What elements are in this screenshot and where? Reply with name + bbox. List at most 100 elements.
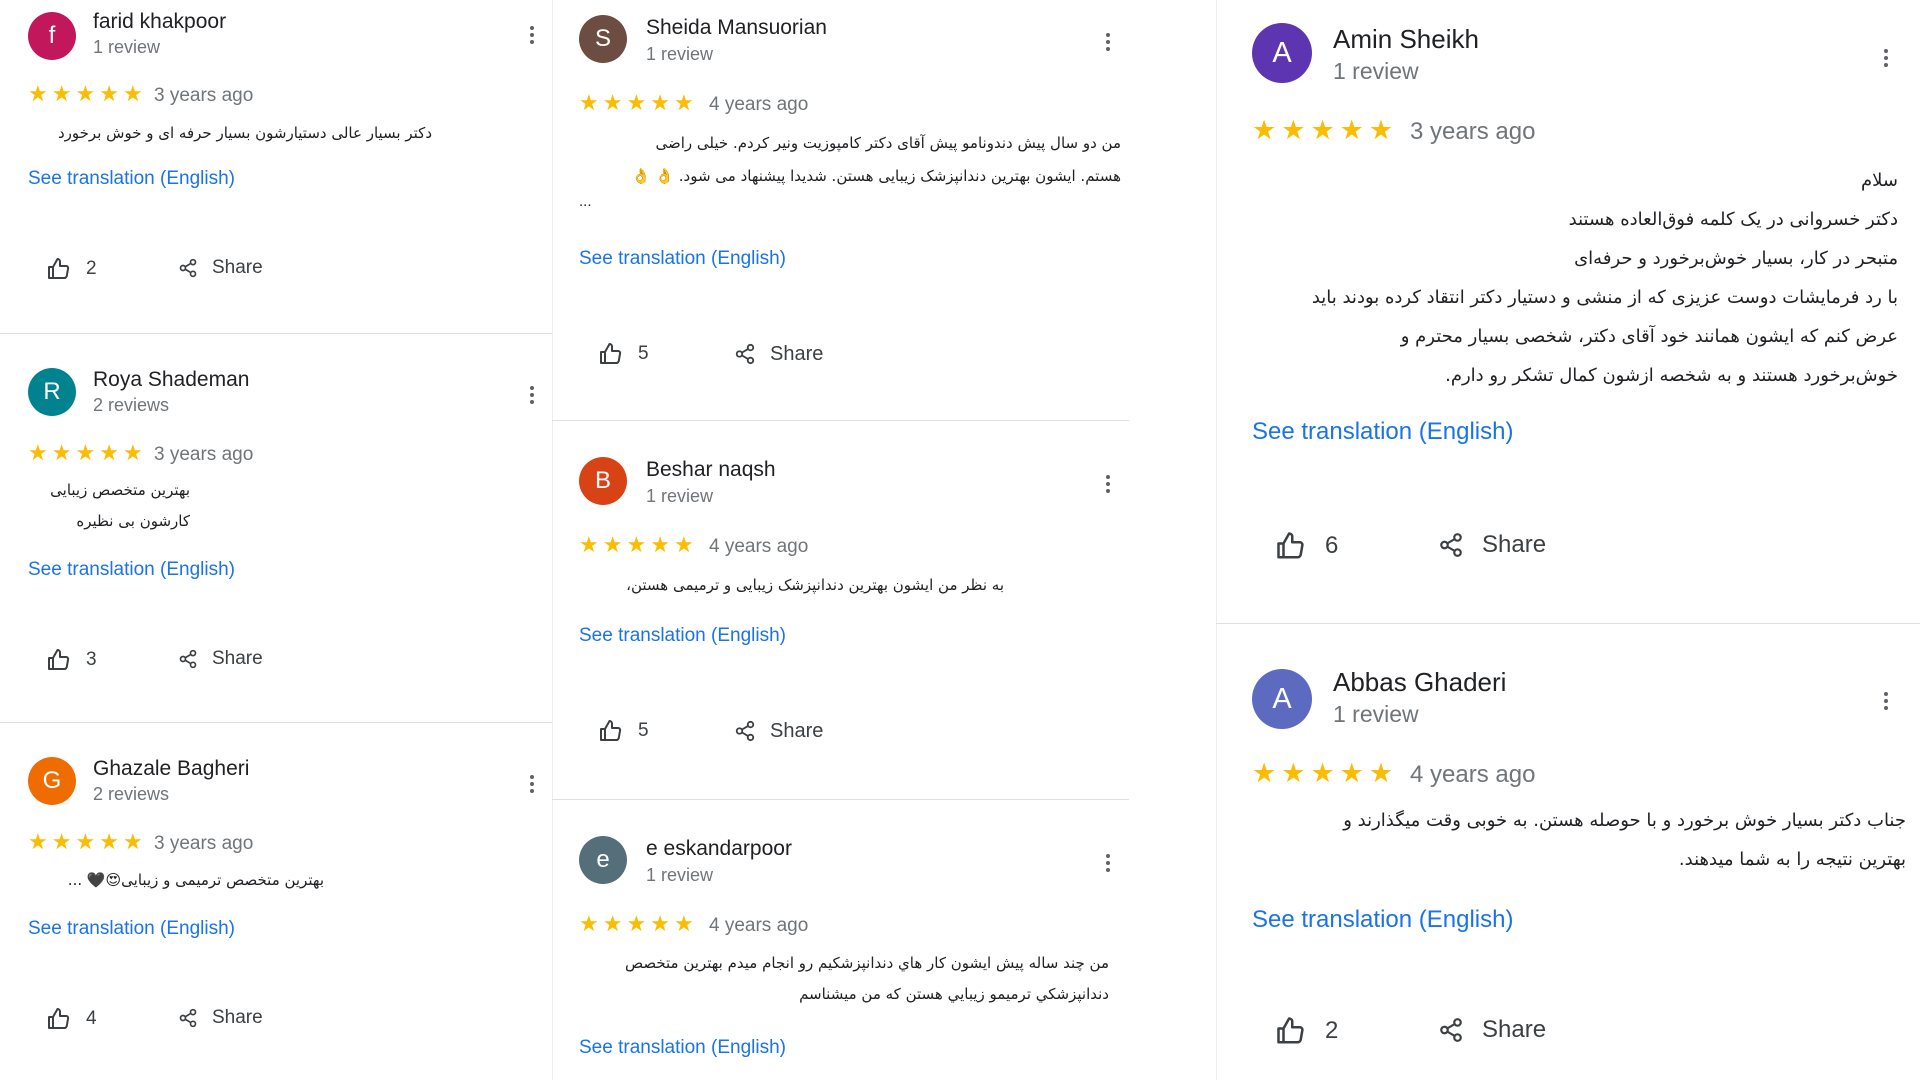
see-translation-link[interactable]: See translation (English) — [28, 918, 235, 940]
review-time: 3 years ago — [154, 833, 254, 854]
review-text: بهترین متخصص زیبایی کارشون بی نظیره — [50, 481, 190, 530]
star-rating: ★ ★ ★ ★ ★ — [28, 83, 143, 105]
like-button[interactable]: 6 — [1275, 531, 1338, 561]
star-rating: ★ ★ ★ ★ ★ — [28, 442, 143, 464]
share-button[interactable]: Share — [734, 342, 823, 366]
review-column-1: f farid khakpoor 1 review ★ ★ ★ ★ ★ 3 ye… — [0, 0, 552, 1080]
star-icon: ★ — [579, 90, 599, 115]
see-translation-link[interactable]: See translation (English) — [1252, 418, 1513, 446]
review-card: A Abbas Ghaderi 1 review ★ ★ ★ ★ ★ 4 yea… — [1216, 624, 1920, 1080]
like-button[interactable]: 2 — [1275, 1016, 1338, 1046]
more-options-icon[interactable] — [1098, 472, 1118, 496]
reviewer-name[interactable]: Beshar naqsh — [646, 458, 776, 482]
like-button[interactable]: 2 — [46, 257, 97, 281]
avatar[interactable]: e — [579, 836, 627, 884]
review-card: B Beshar naqsh 1 review ★ ★ ★ ★ ★ 4 year… — [552, 421, 1129, 799]
avatar[interactable]: A — [1252, 23, 1312, 83]
star-icon: ★ — [673, 911, 694, 936]
star-icon: ★ — [122, 440, 143, 465]
star-icon: ★ — [650, 90, 670, 115]
review-text: من دو سال پیش دندونامو پیش آقای دکتر کام… — [631, 134, 1121, 185]
review-count: 1 review — [646, 44, 714, 64]
avatar[interactable]: S — [579, 15, 627, 63]
share-label: Share — [212, 1007, 263, 1028]
more-options-icon[interactable] — [1098, 851, 1118, 875]
star-icon: ★ — [28, 829, 48, 854]
share-button[interactable]: Share — [734, 719, 823, 743]
see-translation-link[interactable]: See translation (English) — [579, 1037, 786, 1059]
star-icon: ★ — [51, 829, 72, 854]
share-label: Share — [770, 719, 824, 742]
share-button[interactable]: Share — [1438, 531, 1546, 559]
more-options-icon[interactable] — [1876, 689, 1896, 713]
star-icon: ★ — [626, 911, 647, 936]
reviewer-name[interactable]: Amin Sheikh — [1333, 24, 1479, 55]
star-icon: ★ — [626, 532, 647, 557]
review-card: e e eskandarpoor 1 review ★ ★ ★ ★ ★ 4 ye… — [552, 800, 1129, 1080]
avatar[interactable]: f — [28, 12, 76, 60]
share-icon — [1440, 1018, 1462, 1042]
more-ellipsis[interactable]: ... — [579, 193, 592, 210]
share-button[interactable]: Share — [178, 1007, 263, 1029]
review-text: به نظر من ایشون بهترین دندانپزشک زیبایی … — [626, 576, 1004, 594]
star-icon: ★ — [28, 81, 48, 106]
share-button[interactable]: Share — [178, 648, 263, 670]
reviewer-name[interactable]: Roya Shademan — [93, 368, 249, 392]
share-icon — [179, 258, 197, 278]
more-options-icon[interactable] — [1098, 30, 1118, 54]
see-translation-link[interactable]: See translation (English) — [28, 168, 235, 190]
share-icon — [1440, 533, 1462, 557]
avatar[interactable]: B — [579, 457, 627, 505]
see-translation-link[interactable]: See translation (English) — [579, 248, 786, 270]
reviewer-name[interactable]: Abbas Ghaderi — [1333, 667, 1506, 698]
reviewer-name[interactable]: Ghazale Bagheri — [93, 757, 249, 781]
more-options-icon[interactable] — [522, 23, 542, 47]
reviewer-name[interactable]: Sheida Mansuorian — [646, 16, 827, 40]
avatar[interactable]: A — [1252, 669, 1312, 729]
star-rating: ★ ★ ★ ★ ★ — [579, 913, 694, 935]
more-options-icon[interactable] — [522, 383, 542, 407]
review-count: 1 review — [1333, 58, 1419, 84]
star-icon: ★ — [579, 911, 599, 936]
like-button[interactable]: 5 — [598, 719, 649, 743]
like-button[interactable]: 5 — [598, 342, 649, 366]
review-time: 4 years ago — [709, 915, 809, 936]
see-translation-link[interactable]: See translation (English) — [579, 625, 786, 647]
star-icon: ★ — [75, 440, 96, 465]
share-button[interactable]: Share — [1438, 1016, 1546, 1044]
review-time: 4 years ago — [709, 536, 809, 557]
thumbs-up-icon — [1277, 532, 1304, 559]
share-label: Share — [1482, 1016, 1547, 1043]
star-icon: ★ — [1252, 115, 1277, 145]
review-card: f farid khakpoor 1 review ★ ★ ★ ★ ★ 3 ye… — [0, 0, 552, 333]
see-translation-link[interactable]: See translation (English) — [1252, 906, 1513, 934]
review-card: A Amin Sheikh 1 review ★ ★ ★ ★ ★ 3 years… — [1216, 0, 1920, 623]
review-text: دکتر بسیار عالی دستیارشون بسیار حرفه ای … — [57, 124, 432, 142]
more-options-icon[interactable] — [1876, 46, 1896, 70]
like-count: 5 — [638, 720, 649, 741]
share-label: Share — [212, 257, 263, 278]
avatar[interactable]: G — [28, 757, 76, 805]
like-count: 2 — [1325, 1017, 1339, 1044]
thumbs-up-icon — [1277, 1017, 1304, 1044]
share-icon — [179, 649, 197, 669]
like-button[interactable]: 3 — [46, 648, 97, 672]
thumbs-up-icon — [48, 649, 70, 670]
reviewer-name[interactable]: e eskandarpoor — [646, 837, 792, 861]
review-column-2: S Sheida Mansuorian 1 review ★ ★ ★ ★ ★ 4… — [552, 0, 1129, 1080]
more-options-icon[interactable] — [522, 772, 542, 796]
see-translation-link[interactable]: See translation (English) — [28, 559, 235, 581]
share-icon — [179, 1008, 197, 1028]
review-text: جناب دکتر بسیار خوش برخورد و با حوصله هس… — [1343, 810, 1906, 870]
share-button[interactable]: Share — [178, 257, 263, 279]
star-icon: ★ — [1339, 758, 1364, 788]
star-icon: ★ — [673, 90, 694, 115]
star-icon: ★ — [1368, 115, 1394, 145]
like-button[interactable]: 4 — [46, 1007, 97, 1031]
reviewer-name[interactable]: farid khakpoor — [93, 10, 226, 34]
review-column-3: A Amin Sheikh 1 review ★ ★ ★ ★ ★ 3 years… — [1216, 0, 1920, 1080]
star-rating: ★ ★ ★ ★ ★ — [579, 92, 694, 114]
star-icon: ★ — [1310, 115, 1335, 145]
avatar[interactable]: R — [28, 368, 76, 416]
review-card: G Ghazale Bagheri 2 reviews ★ ★ ★ ★ ★ 3 … — [0, 723, 552, 1080]
